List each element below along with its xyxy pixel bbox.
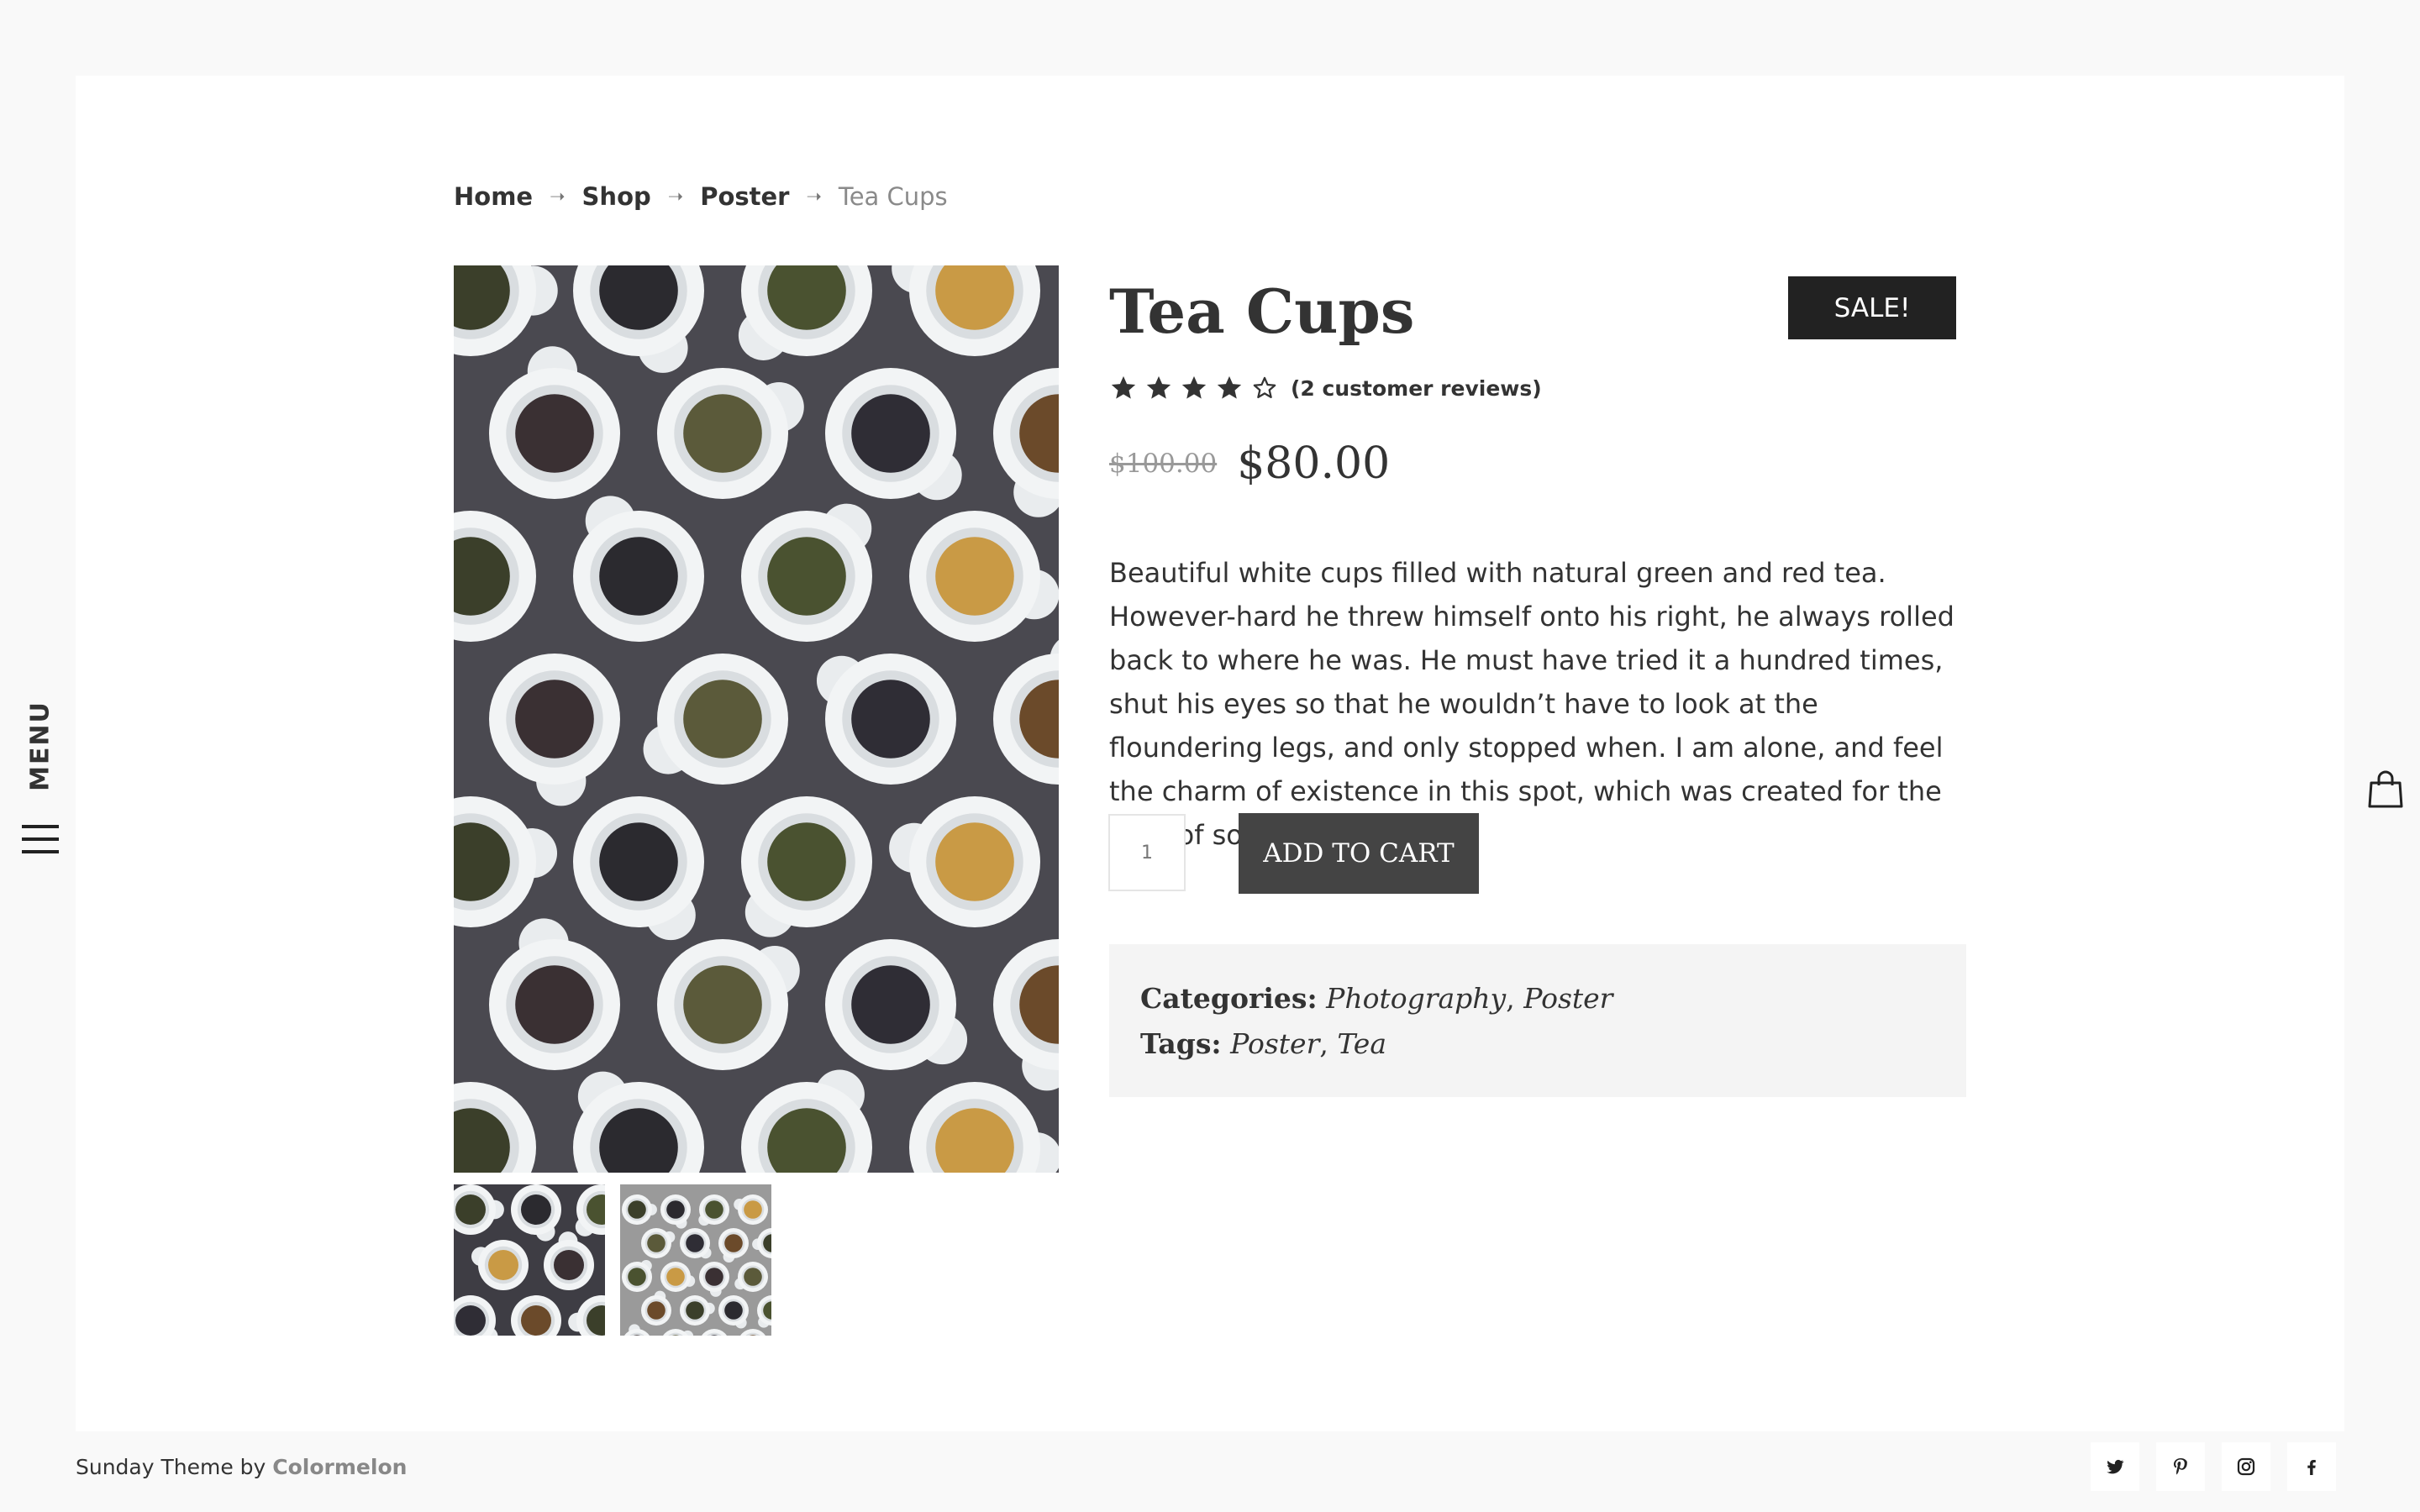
star-filled-icon xyxy=(1111,375,1136,399)
breadcrumb-home[interactable]: Home xyxy=(454,182,533,211)
instagram-icon[interactable] xyxy=(2222,1442,2270,1491)
breadcrumb-shop[interactable]: Shop xyxy=(582,182,651,211)
shopping-bag-icon[interactable] xyxy=(2366,769,2405,808)
sale-price: $80.00 xyxy=(1237,438,1391,489)
facebook-icon[interactable] xyxy=(2287,1442,2336,1491)
breadcrumb-separator-icon: ➝ xyxy=(806,186,822,207)
breadcrumb-separator-icon: ➝ xyxy=(550,186,566,207)
product-rating: (2 customer reviews) xyxy=(1109,370,1542,407)
twitter-icon[interactable] xyxy=(2091,1442,2139,1491)
product-thumbnail-2[interactable] xyxy=(620,1184,771,1336)
page: MENU Home ➝ Shop ➝ Poster ➝ Tea Cups Tea… xyxy=(0,0,2420,1512)
categories-label: Categories: xyxy=(1140,982,1318,1015)
category-link-poster[interactable]: Poster xyxy=(1523,982,1612,1015)
category-link-photography[interactable]: Photography xyxy=(1326,982,1506,1015)
star-empty-icon xyxy=(1253,376,1276,399)
star-filled-icon xyxy=(1217,375,1242,399)
breadcrumb-poster[interactable]: Poster xyxy=(700,182,789,211)
tags-row: Tags: Poster, Tea xyxy=(1140,1027,1387,1060)
breadcrumb: Home ➝ Shop ➝ Poster ➝ Tea Cups xyxy=(454,178,948,215)
quantity-input[interactable] xyxy=(1108,814,1186,891)
add-to-cart-button[interactable]: ADD TO CART xyxy=(1239,813,1479,894)
product-meta: Categories: Photography, Poster Tags: Po… xyxy=(1109,944,1966,1097)
menu-label[interactable]: MENU xyxy=(26,701,55,791)
breadcrumb-separator-icon: ➝ xyxy=(667,186,684,207)
tags-label: Tags: xyxy=(1140,1027,1222,1060)
product-thumbnail-1[interactable] xyxy=(454,1184,605,1336)
original-price: $100.00 xyxy=(1109,449,1218,479)
hamburger-menu-icon[interactable] xyxy=(22,825,59,853)
star-filled-icon xyxy=(1146,375,1171,399)
breadcrumb-current: Tea Cups xyxy=(838,182,948,211)
product-price: $100.00 $80.00 xyxy=(1109,433,1390,495)
tag-link-tea[interactable]: Tea xyxy=(1337,1027,1386,1060)
rating-stars xyxy=(1109,374,1286,402)
tag-link-poster[interactable]: Poster xyxy=(1230,1027,1319,1060)
categories-row: Categories: Photography, Poster xyxy=(1140,982,1613,1015)
footer-credit: Sunday Theme by Colormelon xyxy=(76,1455,407,1479)
product-description: Beautiful white cups filled with natural… xyxy=(1109,557,1954,851)
pinterest-icon[interactable] xyxy=(2156,1442,2205,1491)
product-title: Tea Cups xyxy=(1109,276,1415,347)
product-main-image[interactable] xyxy=(454,265,1059,1173)
footer-credit-prefix: Sunday Theme by xyxy=(76,1455,273,1479)
star-filled-icon xyxy=(1181,375,1207,399)
footer-credit-brand-link[interactable]: Colormelon xyxy=(272,1455,407,1479)
customer-reviews-link[interactable]: (2 customer reviews) xyxy=(1291,376,1542,401)
sale-badge: SALE! xyxy=(1788,276,1956,339)
